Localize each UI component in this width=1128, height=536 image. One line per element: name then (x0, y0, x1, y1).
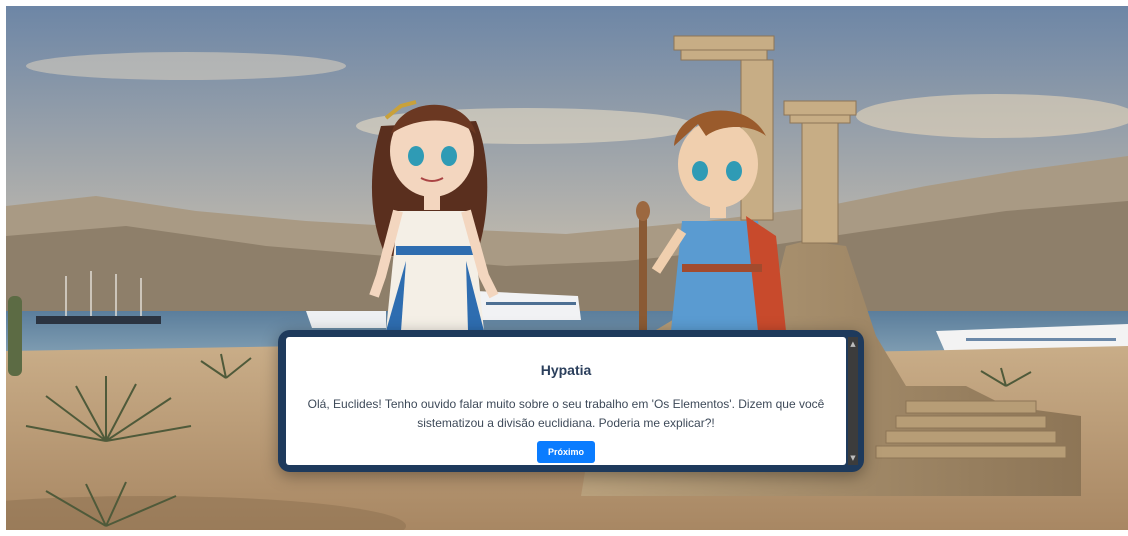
scroll-up-arrow-icon[interactable]: ▲ (848, 339, 858, 349)
hypatia-character (369, 100, 499, 331)
dialog-text: Olá, Euclides! Tenho ouvido falar muito … (307, 397, 825, 430)
game-scene: Hypatia Olá, Euclides! Tenho ouvido fala… (6, 6, 1128, 530)
dialog-content: Hypatia Olá, Euclides! Tenho ouvido fala… (286, 337, 846, 465)
dialog-scrollbar[interactable]: ▲ ▼ (848, 337, 858, 465)
dialog-box: Hypatia Olá, Euclides! Tenho ouvido fala… (278, 330, 864, 472)
scroll-down-arrow-icon[interactable]: ▼ (848, 453, 858, 463)
next-button[interactable]: Próximo (536, 441, 595, 463)
speaker-name: Hypatia (540, 362, 592, 378)
